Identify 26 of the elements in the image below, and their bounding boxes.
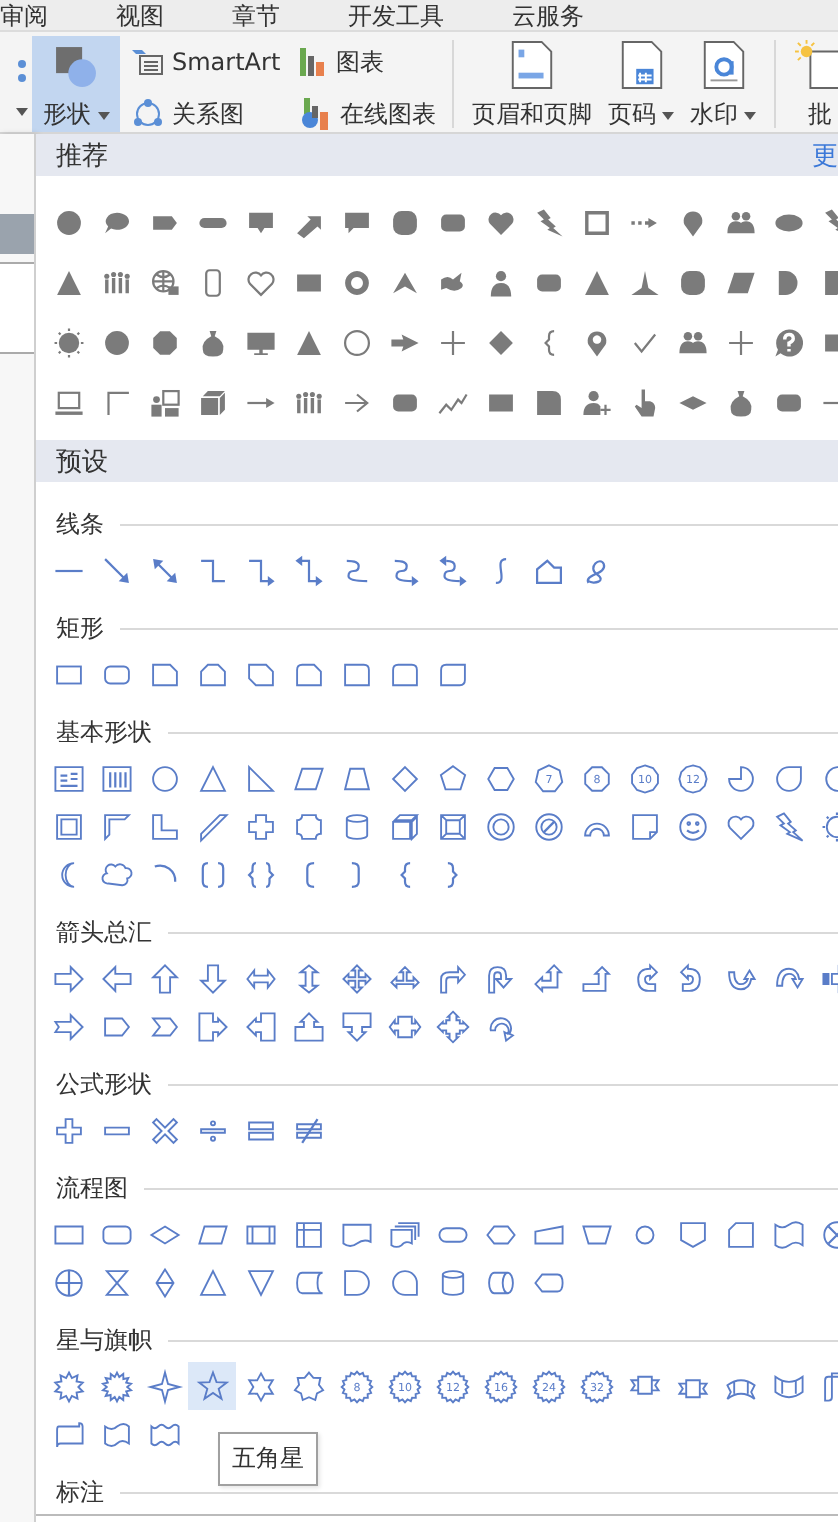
- section-title: 基本形状: [56, 715, 152, 749]
- header-footer-button[interactable]: 页眉和页脚: [466, 36, 599, 132]
- ribbon-tab[interactable]: 开发工具: [348, 1, 444, 29]
- ribbon-tab[interactable]: 章节: [232, 1, 280, 29]
- section-title: 标注: [56, 1475, 104, 1509]
- smartart-button[interactable]: SmartArt: [128, 36, 285, 88]
- watermark-button[interactable]: 水印: [684, 36, 763, 132]
- section-title: 预设: [56, 445, 108, 479]
- comment-button[interactable]: 批: [788, 36, 838, 132]
- section-title: 线条: [56, 507, 104, 541]
- section-title: 矩形: [56, 611, 104, 645]
- section-title: 星与旗帜: [56, 1323, 152, 1357]
- ribbon-tab[interactable]: 视图: [116, 1, 164, 29]
- tooltip: 五角星: [218, 1432, 318, 1486]
- section-title: 箭头总汇: [56, 915, 152, 949]
- relation-button[interactable]: 关系图: [128, 88, 285, 140]
- ribbon-tab[interactable]: 云服务: [512, 1, 584, 29]
- shapes-button[interactable]: 形状: [32, 36, 120, 132]
- section-title: 公式形状: [56, 1067, 152, 1101]
- online-chart-button[interactable]: 在线图表: [296, 88, 441, 140]
- more-link[interactable]: 更: [812, 137, 838, 173]
- page-number-button[interactable]: 页码: [602, 36, 681, 132]
- chart-button[interactable]: 图表: [296, 36, 441, 88]
- section-title: 推荐: [56, 139, 108, 173]
- section-title: 流程图: [56, 1171, 128, 1205]
- ribbon-tab[interactable]: 审阅: [0, 1, 48, 29]
